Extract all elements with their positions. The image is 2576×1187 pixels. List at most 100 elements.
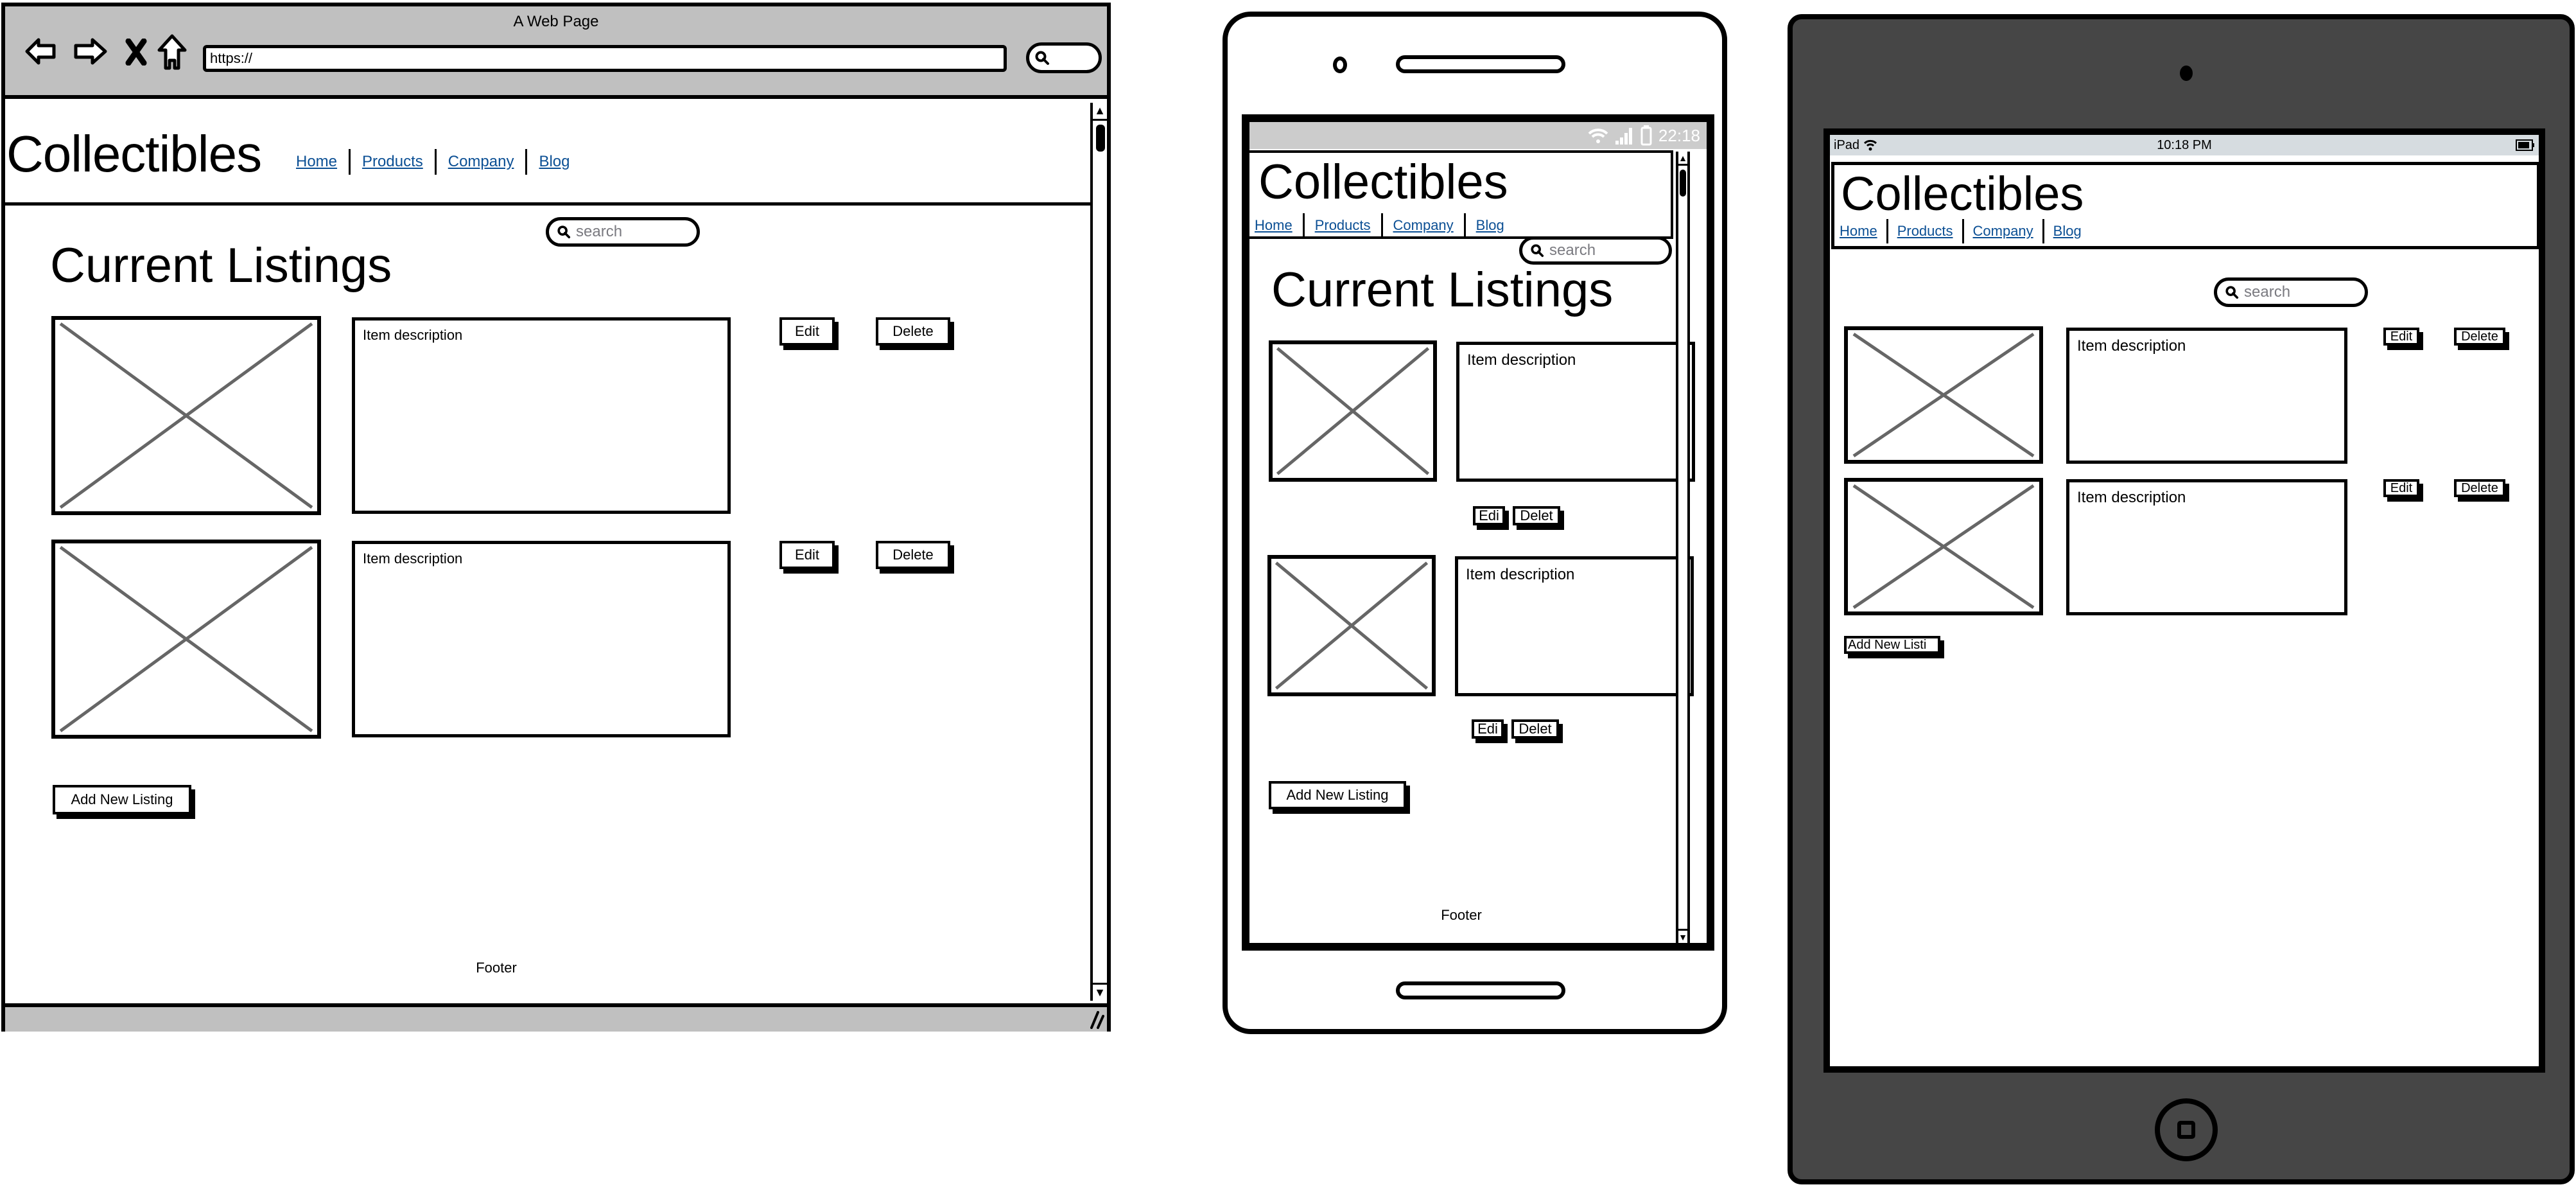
nav-link-home[interactable]: Home — [1255, 217, 1292, 234]
scroll-down-arrow-icon[interactable]: ▼ — [1678, 929, 1687, 943]
forward-arrow-icon[interactable] — [72, 36, 108, 67]
phone-status-time: 22:18 — [1658, 125, 1700, 145]
delete-button[interactable]: Delete — [2454, 328, 2505, 346]
listing-image-placeholder — [1844, 326, 2043, 464]
browser-search-button[interactable] — [1026, 42, 1102, 73]
site-footer: Footer — [1441, 907, 1482, 923]
tablet-status-time: 10:18 PM — [2157, 137, 2212, 152]
search-icon — [1034, 50, 1050, 66]
delete-button[interactable]: Delet — [1513, 506, 1560, 525]
listing-image-placeholder — [1844, 478, 2043, 615]
battery-icon — [1640, 125, 1652, 146]
listing-description-box: Item description — [2066, 328, 2347, 464]
scroll-up-arrow-icon[interactable]: ▲ — [1093, 103, 1107, 121]
listing-description: Item description — [2077, 489, 2186, 506]
page-heading: Current Listings — [50, 238, 392, 293]
url-bar[interactable]: https:// — [203, 45, 1007, 72]
nav-link-products[interactable]: Products — [362, 153, 423, 171]
edit-button[interactable]: Edi — [1472, 719, 1504, 739]
scrollbar-thumb[interactable] — [1680, 170, 1686, 197]
add-new-listing-button[interactable]: Add New Listing — [53, 785, 191, 814]
search-input[interactable]: search — [1519, 236, 1672, 265]
add-new-listing-button[interactable]: Add New Listing — [1269, 781, 1406, 809]
site-header: Collectibles Home Products Company Blog — [1831, 162, 2539, 249]
search-placeholder: search — [1549, 242, 1596, 259]
window-title: A Web Page — [513, 13, 599, 30]
tablet-camera-icon — [2180, 66, 2193, 81]
page-heading: Current Listings — [1271, 263, 1614, 317]
site-header: Collectibles Home Products Company Blog — [1249, 150, 1673, 239]
resize-grip-icon[interactable] — [1089, 1011, 1104, 1029]
nav-link-home[interactable]: Home — [296, 153, 337, 171]
add-new-listing-button[interactable]: Add New Listi — [1844, 636, 1940, 654]
listing-description-box: Item description — [2066, 479, 2347, 615]
delete-button[interactable]: Delet — [1511, 719, 1559, 739]
wifi-icon — [1588, 128, 1608, 143]
site-nav: Home Products Company Blog — [1255, 213, 1504, 238]
phone-camera-icon — [1333, 57, 1347, 73]
tablet-home-button-icon[interactable] — [2155, 1098, 2218, 1161]
home-icon[interactable] — [157, 33, 187, 71]
site-brand: Collectibles — [6, 125, 262, 182]
back-arrow-icon[interactable] — [24, 36, 58, 67]
site-header: Collectibles Home Products Company Blog — [5, 103, 1090, 206]
search-placeholder: search — [2244, 283, 2291, 301]
phone-screen: 22:18 Collectibles Home Products Company… — [1242, 114, 1714, 951]
search-icon — [1531, 244, 1544, 258]
edit-button[interactable]: Edit — [779, 541, 835, 569]
nav-link-company[interactable]: Company — [1393, 217, 1454, 234]
listing-image-placeholder — [51, 316, 321, 515]
nav-separator — [525, 149, 528, 175]
nav-link-blog[interactable]: Blog — [2053, 223, 2082, 240]
phone-scrollbar[interactable]: ▲ ▼ — [1676, 152, 1690, 943]
nav-separator — [1302, 213, 1305, 238]
tablet-screen: iPad 10:18 PM Collectibles Home Products… — [1823, 128, 2545, 1073]
nav-separator — [1380, 213, 1383, 238]
listing-image-placeholder — [1267, 555, 1436, 696]
delete-button[interactable]: Delete — [876, 541, 950, 569]
listing-description-box: Item description — [1455, 556, 1694, 696]
listing-description: Item description — [2077, 337, 2186, 355]
nav-link-blog[interactable]: Blog — [1476, 217, 1504, 234]
battery-icon — [2516, 139, 2534, 151]
nav-separator — [349, 149, 351, 175]
site-brand: Collectibles — [1841, 167, 2084, 220]
edit-button[interactable]: Edi — [1473, 506, 1505, 525]
stop-x-icon[interactable] — [125, 38, 148, 66]
listing-description: Item description — [1466, 566, 1575, 583]
site-nav: Home Products Company Blog — [296, 149, 570, 175]
nav-link-company[interactable]: Company — [1973, 223, 2033, 240]
nav-separator — [2042, 219, 2044, 243]
site-footer: Footer — [476, 960, 517, 976]
search-placeholder: search — [576, 223, 623, 240]
phone-home-button-icon — [1396, 981, 1565, 999]
nav-link-home[interactable]: Home — [1840, 223, 1877, 240]
delete-button[interactable]: Delete — [2454, 479, 2505, 497]
nav-link-blog[interactable]: Blog — [539, 153, 570, 171]
browser-content: Collectibles Home Products Company Blog … — [5, 103, 1090, 1003]
scrollbar-thumb[interactable] — [1096, 125, 1105, 152]
listing-image-placeholder — [51, 540, 321, 739]
nav-separator — [1886, 219, 1888, 243]
delete-button[interactable]: Delete — [876, 317, 950, 346]
listing-description-box: Item description — [1456, 342, 1695, 482]
nav-link-products[interactable]: Products — [1897, 223, 1953, 240]
edit-button[interactable]: Edit — [779, 317, 835, 346]
edit-button[interactable]: Edit — [2383, 328, 2419, 346]
nav-link-company[interactable]: Company — [448, 153, 514, 171]
home-square-icon — [2177, 1121, 2195, 1139]
listing-description: Item description — [363, 550, 463, 567]
signal-icon — [1615, 128, 1632, 145]
browser-scrollbar[interactable]: ▲ ▼ — [1090, 103, 1110, 1001]
scroll-up-arrow-icon[interactable]: ▲ — [1678, 152, 1687, 166]
scroll-down-arrow-icon[interactable]: ▼ — [1093, 983, 1107, 1001]
listing-description: Item description — [363, 327, 463, 343]
listing-description-box: Item description — [352, 541, 731, 737]
edit-button[interactable]: Edit — [2383, 479, 2419, 497]
search-input[interactable]: search — [546, 217, 700, 247]
nav-link-products[interactable]: Products — [1315, 217, 1371, 234]
search-input[interactable]: search — [2214, 277, 2368, 307]
tablet-device: iPad 10:18 PM Collectibles Home Products… — [1788, 14, 2575, 1184]
site-brand: Collectibles — [1258, 155, 1508, 209]
browser-title-bar: A Web Page https:// — [5, 6, 1107, 99]
